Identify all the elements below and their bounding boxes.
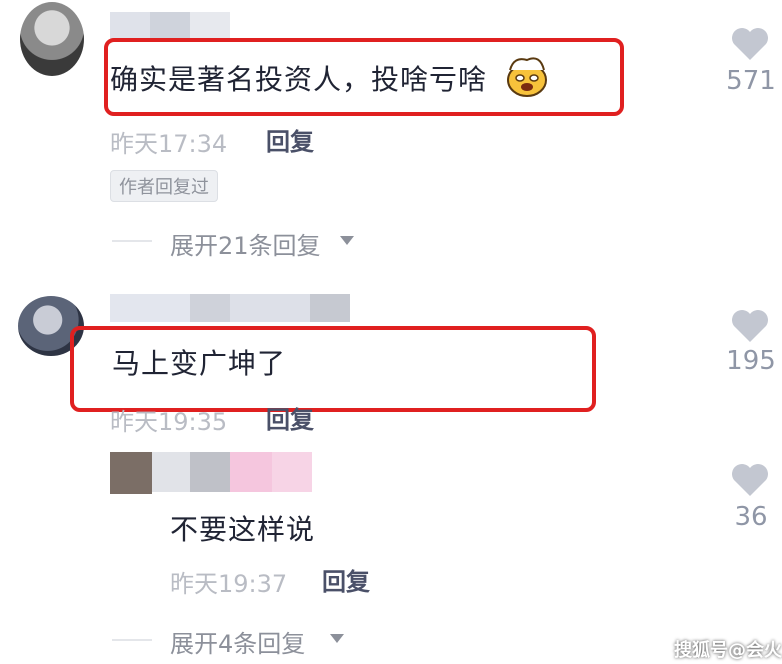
- username-blurred[interactable]: [110, 12, 230, 40]
- reply-text: 不要这样说: [170, 513, 316, 546]
- highlight-box: [104, 38, 624, 116]
- username-blurred[interactable]: [152, 452, 312, 492]
- author-replied-badge: 作者回复过: [110, 170, 218, 202]
- watermark: 搜狐号@会火: [674, 640, 782, 661]
- comment-time: 昨天17:34: [110, 130, 228, 158]
- heart-icon[interactable]: [730, 26, 770, 62]
- username-blurred[interactable]: [110, 294, 350, 322]
- like-count: 36: [734, 502, 768, 532]
- expand-replies-button[interactable]: 展开4条回复: [170, 624, 305, 659]
- heart-icon[interactable]: [730, 308, 770, 344]
- avatar[interactable]: [110, 452, 152, 494]
- comment-time: 昨天19:35: [110, 408, 228, 436]
- like-count: 571: [726, 66, 776, 96]
- avatar[interactable]: [20, 2, 84, 76]
- reply-button[interactable]: 回复: [266, 400, 314, 435]
- expand-replies-button[interactable]: 展开21条回复: [170, 226, 321, 261]
- divider: [112, 639, 152, 641]
- reply-button[interactable]: 回复: [322, 562, 370, 597]
- caret-down-icon: [330, 634, 344, 643]
- reply-time: 昨天19:37: [170, 570, 288, 598]
- reply-button[interactable]: 回复: [266, 122, 314, 157]
- like-count: 195: [726, 346, 776, 376]
- caret-down-icon: [340, 236, 354, 245]
- highlight-box: [70, 326, 596, 412]
- divider: [112, 240, 152, 242]
- heart-icon[interactable]: [730, 462, 770, 498]
